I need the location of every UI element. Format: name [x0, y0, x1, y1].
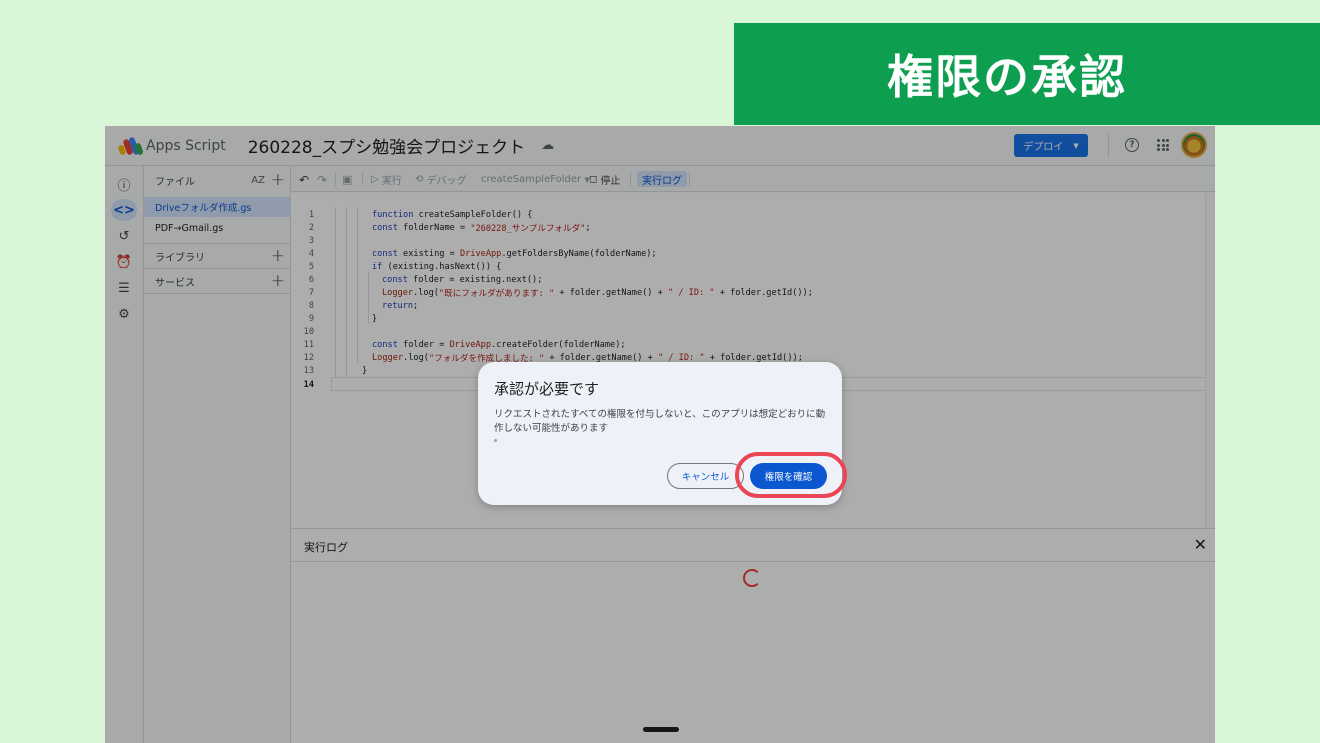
cancel-button[interactable]: キャンセル — [667, 463, 744, 489]
highlight-ring — [735, 452, 847, 498]
dialog-dot — [494, 439, 497, 442]
title-banner: 権限の承認 — [734, 23, 1320, 125]
dialog-body: リクエストされたすべての権限を付与しないと、このアプリは想定どおりに動作しない可… — [494, 409, 826, 434]
banner-title: 権限の承認 — [887, 50, 1127, 104]
dialog-title: 承認が必要です — [494, 380, 600, 398]
